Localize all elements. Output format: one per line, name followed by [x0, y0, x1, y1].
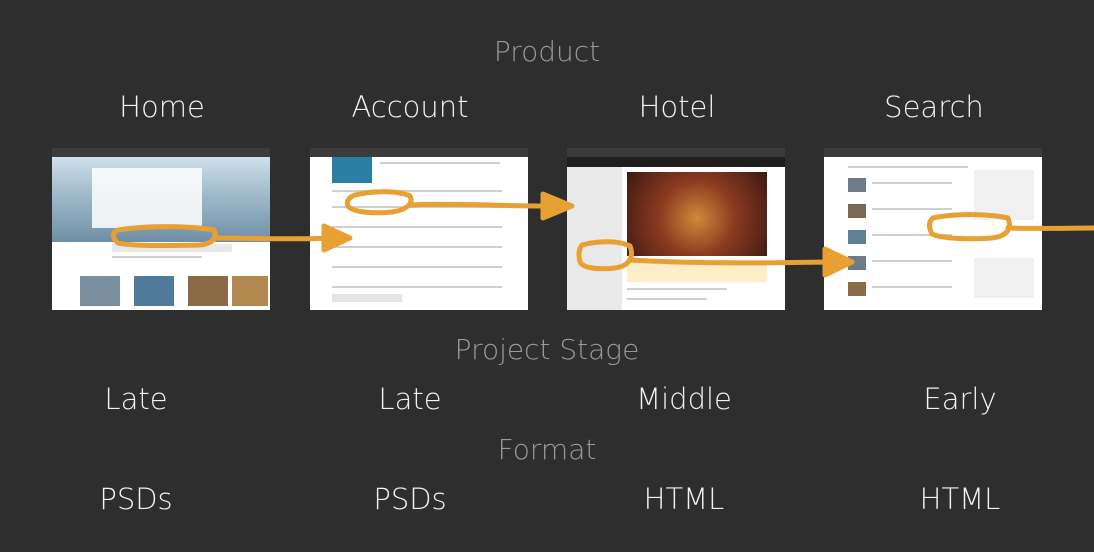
stage-account: Late — [378, 382, 442, 416]
format-hotel: HTML — [643, 482, 725, 516]
home-highlight-scribble — [111, 224, 218, 249]
format-account: PSDs — [373, 482, 447, 516]
account-to-hotel-arrowhead — [540, 191, 575, 221]
account-highlight-scribble — [345, 189, 414, 216]
account-to-hotel-arrow — [407, 201, 551, 209]
format-home: PSDs — [99, 482, 173, 516]
home-to-account-arrow — [211, 235, 333, 242]
hotel-to-search-arrowhead — [822, 246, 855, 278]
home-to-account-arrowhead — [321, 223, 353, 253]
hotel-to-search-arrow — [627, 257, 833, 266]
format-search: HTML — [919, 482, 1001, 516]
stage-hotel: Middle — [636, 382, 732, 416]
search-highlight-scribble — [927, 212, 1012, 242]
stage-home: Late — [104, 382, 168, 416]
flow-arrows — [111, 189, 1094, 278]
hotel-highlight-scribble — [576, 239, 634, 272]
stage-search: Early — [923, 382, 997, 416]
